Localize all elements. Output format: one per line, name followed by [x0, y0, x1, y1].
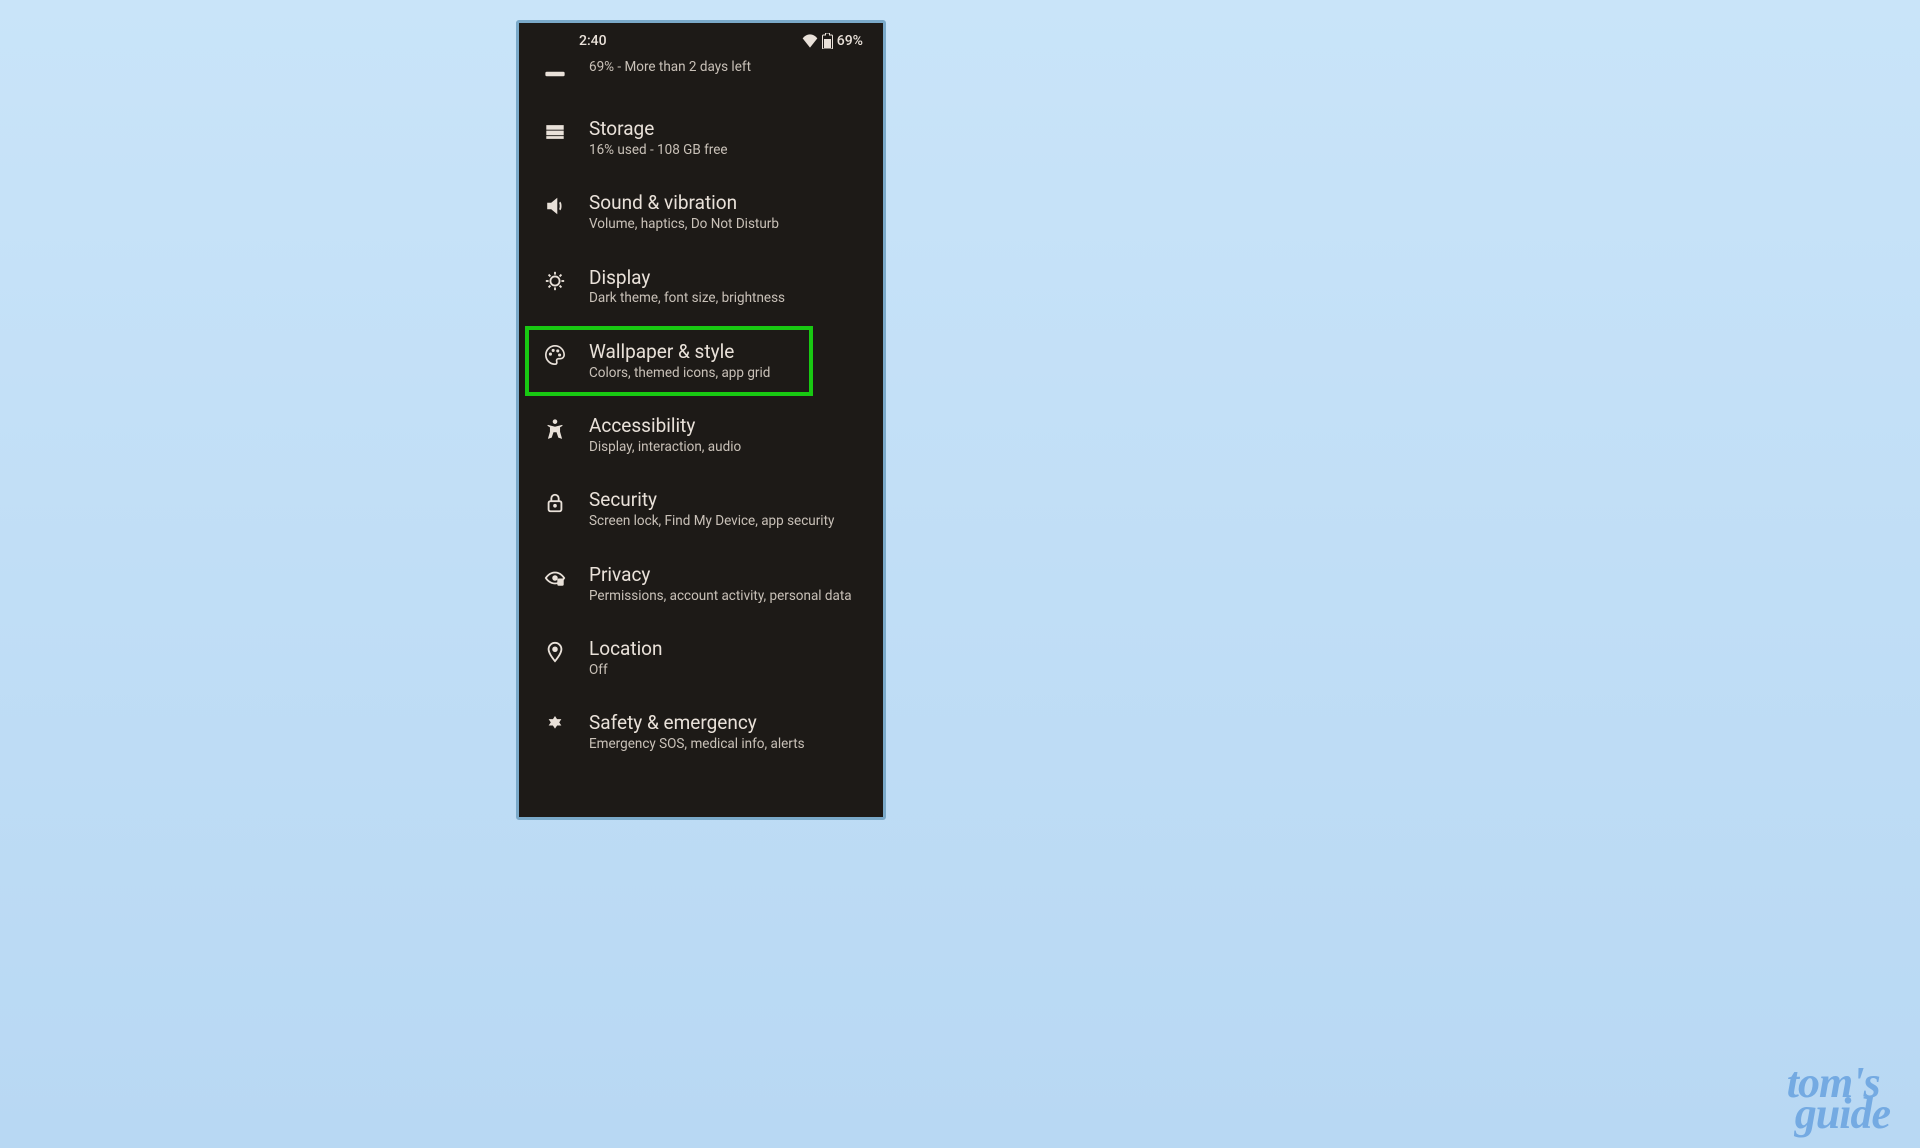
settings-item-subtitle: 69% - More than 2 days left	[589, 59, 873, 77]
status-time: 2:40	[579, 33, 607, 49]
settings-item-subtitle: Display, interaction, audio	[589, 439, 873, 457]
settings-item-title: Sound & vibration	[589, 191, 873, 215]
settings-item-location[interactable]: Location Off	[519, 621, 883, 695]
settings-item-subtitle: Dark theme, font size, brightness	[589, 290, 873, 308]
wifi-icon	[802, 34, 818, 48]
settings-item-title: Storage	[589, 117, 873, 141]
settings-item-subtitle: Permissions, account activity, personal …	[589, 588, 873, 606]
settings-item-storage[interactable]: Storage 16% used - 108 GB free	[519, 101, 883, 175]
settings-item-subtitle: 16% used - 108 GB free	[589, 142, 873, 160]
settings-item-display[interactable]: Display Dark theme, font size, brightnes…	[519, 250, 883, 324]
watermark-line2: guide	[1795, 1099, 1890, 1130]
watermark-logo: tom's guide	[1787, 1068, 1890, 1130]
settings-list[interactable]: 69% - More than 2 days left Storage 16% …	[519, 53, 883, 770]
settings-item-sound[interactable]: Sound & vibration Volume, haptics, Do No…	[519, 175, 883, 249]
settings-item-safety[interactable]: Safety & emergency Emergency SOS, medica…	[519, 695, 883, 769]
location-icon	[543, 641, 567, 663]
settings-item-title: Wallpaper & style	[589, 340, 873, 364]
status-battery-percent: 69%	[837, 33, 863, 49]
settings-item-accessibility[interactable]: Accessibility Display, interaction, audi…	[519, 398, 883, 472]
palette-icon	[543, 344, 567, 366]
settings-item-wallpaper[interactable]: Wallpaper & style Colors, themed icons, …	[519, 324, 883, 398]
settings-item-subtitle: Volume, haptics, Do Not Disturb	[589, 216, 873, 234]
settings-item-subtitle: Emergency SOS, medical info, alerts	[589, 736, 873, 754]
battery-bar-icon	[543, 63, 567, 85]
privacy-icon	[543, 567, 567, 589]
settings-item-title: Safety & emergency	[589, 711, 873, 735]
settings-item-title: Accessibility	[589, 414, 873, 438]
settings-item-title: Privacy	[589, 563, 873, 587]
display-icon	[543, 270, 567, 292]
settings-item-security[interactable]: Security Screen lock, Find My Device, ap…	[519, 472, 883, 546]
status-right: 69%	[802, 33, 863, 49]
settings-item-privacy[interactable]: Privacy Permissions, account activity, p…	[519, 547, 883, 621]
phone-screenshot: 2:40 69% 69% - More than 2 days left Sto…	[516, 20, 886, 820]
status-bar: 2:40 69%	[519, 23, 883, 53]
settings-item-battery[interactable]: 69% - More than 2 days left	[519, 53, 883, 101]
settings-item-title: Security	[589, 488, 873, 512]
medical-icon	[543, 715, 567, 737]
lock-icon	[543, 492, 567, 514]
battery-icon	[822, 33, 833, 49]
accessibility-icon	[543, 418, 567, 440]
settings-item-title: Location	[589, 637, 873, 661]
settings-item-subtitle: Off	[589, 662, 873, 680]
settings-item-subtitle: Colors, themed icons, app grid	[589, 365, 873, 383]
settings-item-subtitle: Screen lock, Find My Device, app securit…	[589, 513, 873, 531]
storage-icon	[543, 121, 567, 143]
settings-item-title: Display	[589, 266, 873, 290]
sound-icon	[543, 195, 567, 217]
